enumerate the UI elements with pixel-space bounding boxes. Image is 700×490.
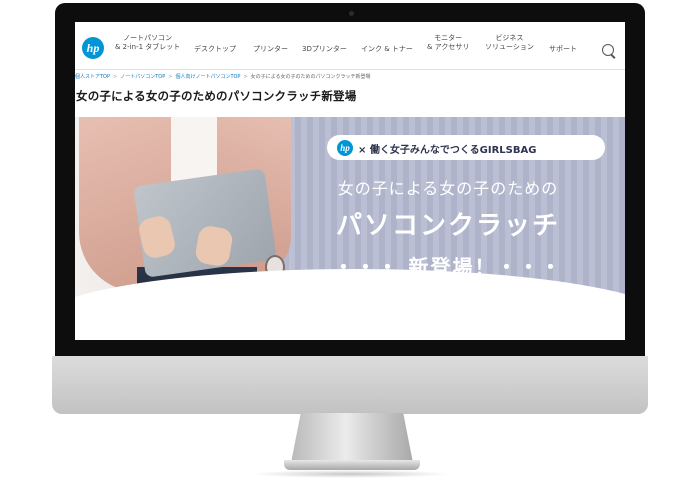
nav-item-sublabel: & アクセサリ [427,43,470,51]
breadcrumb-separator: > [168,74,173,80]
hp-logo[interactable]: hp [82,37,104,59]
monitor-shadow [250,470,450,478]
top-navigation: hp ノートパソコン & 2-in-1 タブレット デスクトップ プリンター 3… [75,22,625,70]
banner-headline-1: 女の子による女の子のための [337,179,559,198]
nav-item-3d-printers[interactable]: 3Dプリンター [302,45,347,75]
nav-item-label: ビジネス [495,34,524,42]
page-title: 女の子による女の子のためのパソコンクラッチ新登場 [76,89,357,103]
nav-item-label: デスクトップ [194,45,236,53]
nav-item-sublabel: ソリューション [485,43,534,51]
breadcrumb: 個人ストアTOP > ノートパソコンTOP > 個人向けノートパソコンTOP > 女の子によ… [75,73,625,83]
nav-item-label: 3Dプリンター [302,45,347,53]
nav-item-monitors[interactable]: モニター & アクセサリ [427,34,469,64]
nav-item-sublabel: & 2-in-1 タブレット [115,43,181,51]
nav-item-label: ノートパソコン [123,34,173,42]
breadcrumb-link-store[interactable]: 個人ストアTOP [75,74,110,80]
nav-item-printers[interactable]: プリンター [253,45,288,75]
breadcrumb-separator: > [113,74,118,80]
nav-item-laptops[interactable]: ノートパソコン & 2-in-1 タブレット [115,34,180,64]
banner-tagline: × 働く女子みんなでつくるGIRLSBAG [358,145,537,156]
breadcrumb-link-laptops[interactable]: ノートパソコンTOP [120,74,165,80]
webcam [349,11,354,16]
breadcrumb-link-personal-laptops[interactable]: 個人向けノートパソコンTOP [175,74,240,80]
banner-headline-2: パソコンクラッチ [335,211,560,241]
monitor-stand [291,413,413,463]
nav-item-support[interactable]: サポート [549,45,577,75]
nav-item-label: インク & トナー [361,45,413,53]
breadcrumb-separator: > [243,74,248,80]
nav-item-label: サポート [549,45,577,53]
nav-item-label: モニター [434,34,463,42]
nav-item-desktops[interactable]: デスクトップ [194,45,236,75]
banner-headline-3: ・・・ 新登場！・・・ [333,255,563,279]
monitor-screen: hp ノートパソコン & 2-in-1 タブレット デスクトップ プリンター 3… [75,22,625,340]
breadcrumb-current: 女の子による女の子のためのパソコンクラッチ新登場 [250,74,371,80]
nav-item-business[interactable]: ビジネス ソリューション [485,34,534,64]
nav-item-ink-toner[interactable]: インク & トナー [361,45,413,75]
hero-banner[interactable]: hp × 働く女子みんなでつくるGIRLSBAG 女の子による女の子のための パ… [75,117,625,317]
search-icon[interactable] [602,44,614,56]
nav-item-label: プリンター [253,45,288,53]
nav-divider [75,69,625,70]
monitor-chin [52,356,648,414]
monitor-stand-base [284,460,420,470]
hp-logo-small: hp [337,140,353,156]
